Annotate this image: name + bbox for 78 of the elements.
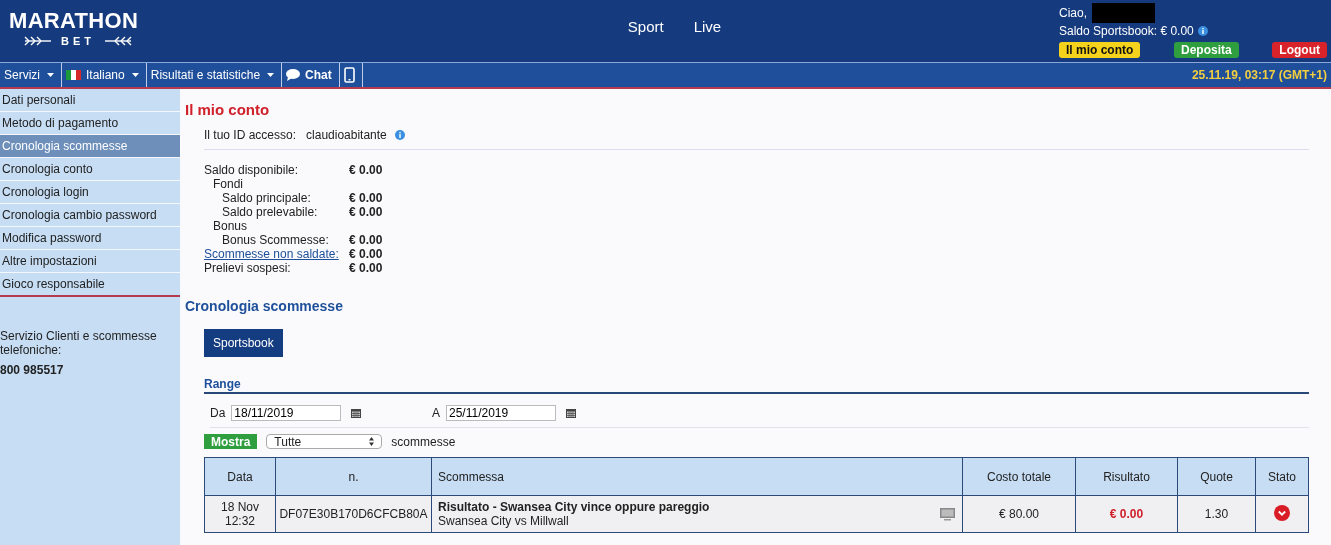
time-text: 12:32 — [224, 514, 256, 528]
filter-suffix: scommesse — [391, 434, 456, 449]
chat-button[interactable]: Chat — [282, 63, 340, 87]
filter-select[interactable]: Tutte — [266, 434, 383, 449]
sportsbook-tab[interactable]: Sportsbook — [204, 329, 283, 357]
date-field[interactable]: 18/11/2019 — [231, 405, 342, 421]
column-header: Stato — [1255, 457, 1309, 496]
phone-icon — [343, 67, 355, 83]
nav-link[interactable]: Sport — [627, 18, 664, 35]
column-header: Scommessa — [431, 457, 963, 496]
language-dropdown[interactable]: Italiano — [62, 63, 147, 87]
info-icon — [394, 130, 405, 140]
balance-label: Bonus — [213, 219, 249, 233]
balance-label: Saldo principale: — [222, 191, 312, 205]
menu-dropdown[interactable]: Risultati e statistiche — [146, 63, 283, 87]
balance-label: Fondi — [213, 177, 245, 191]
page-title: Il mio conto — [185, 101, 271, 118]
flag-icon — [66, 70, 81, 80]
balance-value: € 0.00 — [349, 191, 383, 205]
column-header: Risultato — [1075, 457, 1178, 496]
date-time: 25.11.19, 03:17 (GMT+1) — [1191, 67, 1328, 84]
contact-label: Servizio Clienti e scommesse telefoniche: — [0, 329, 158, 357]
range-heading: Range — [204, 377, 1309, 394]
balance-value: € 0.00 — [349, 247, 383, 261]
date-field[interactable]: 25/11/2019 — [446, 405, 556, 421]
sidebar-item[interactable]: Altre impostazioni — [0, 250, 180, 273]
column-header: Costo totale — [962, 457, 1076, 496]
logo-title: MARATHON — [9, 10, 140, 32]
calendar-icon — [566, 408, 576, 418]
balance-value: € 0.00 — [349, 233, 383, 247]
account-button[interactable]: Il mio conto — [1059, 42, 1141, 58]
chat-icon — [286, 69, 301, 81]
sidebar-item[interactable]: Modifica password — [0, 227, 180, 250]
column-header: Data — [204, 457, 276, 496]
column-header: n. — [275, 457, 432, 496]
caret-icon — [47, 73, 54, 77]
balance-value: € 0.00 — [349, 163, 383, 177]
sidebar-item[interactable]: Cronologia cambio password — [0, 204, 180, 227]
laurel-icon — [23, 36, 53, 46]
menu-dropdown[interactable]: Servizi — [0, 63, 62, 87]
balance-label: Saldo disponibile: — [204, 163, 300, 177]
calendar-icon — [351, 408, 362, 418]
updown-icon — [369, 437, 375, 446]
info-icon — [1197, 26, 1208, 36]
access-id-value: claudioabitante — [306, 128, 387, 142]
balance-label: Saldo prelevabile: — [222, 205, 319, 219]
match-name: Swansea City vs Millwall — [438, 514, 570, 528]
table-cell: DF07E30B170D6CFCB80A — [275, 495, 432, 533]
balance-link[interactable]: Scommesse non saldate: — [204, 247, 346, 261]
date-label: Da — [210, 406, 226, 420]
balance-label: Prelievi sospesi: — [204, 261, 292, 275]
sidebar-item[interactable]: Gioco responsabile — [0, 273, 180, 297]
monitor-icon — [940, 507, 955, 521]
caret-icon — [267, 73, 275, 77]
caret-icon — [131, 73, 139, 77]
phone-number: 800 985517 — [0, 363, 65, 377]
sidebar-item[interactable]: Dati personali — [0, 89, 180, 112]
logo-subtitle: BET — [61, 35, 95, 47]
sidebar-item[interactable]: Cronologia conto — [0, 158, 180, 181]
laurel-icon — [103, 36, 133, 46]
logout-button[interactable]: Logout — [1272, 42, 1327, 58]
table-cell: € 0.00 — [1075, 495, 1178, 533]
section-title: Cronologia scommesse — [185, 298, 344, 314]
redaction-block — [1092, 2, 1155, 23]
balance-value: € 0.00 — [349, 261, 383, 275]
balance-value: € 0.00 — [349, 205, 383, 219]
sidebar-item[interactable]: Cronologia login — [0, 181, 180, 204]
table-cell: 1.30 — [1177, 495, 1256, 533]
nav-link[interactable]: Live — [693, 18, 722, 35]
balance-label: Bonus Scommesse: — [222, 233, 330, 247]
column-header: Quote — [1177, 457, 1256, 496]
bet-title: Risultato - Swansea City vince oppure pareggio — [438, 500, 710, 514]
table-cell: € 80.00 — [962, 495, 1076, 533]
date-text: 18 Nov — [220, 500, 260, 514]
access-id-label: Il tuo ID accesso: — [204, 128, 297, 142]
balance-text: Saldo Sportsbook: € 0.00 — [1059, 24, 1194, 38]
date-label: A — [432, 406, 440, 420]
greeting-text: Ciao, — [1059, 5, 1087, 20]
